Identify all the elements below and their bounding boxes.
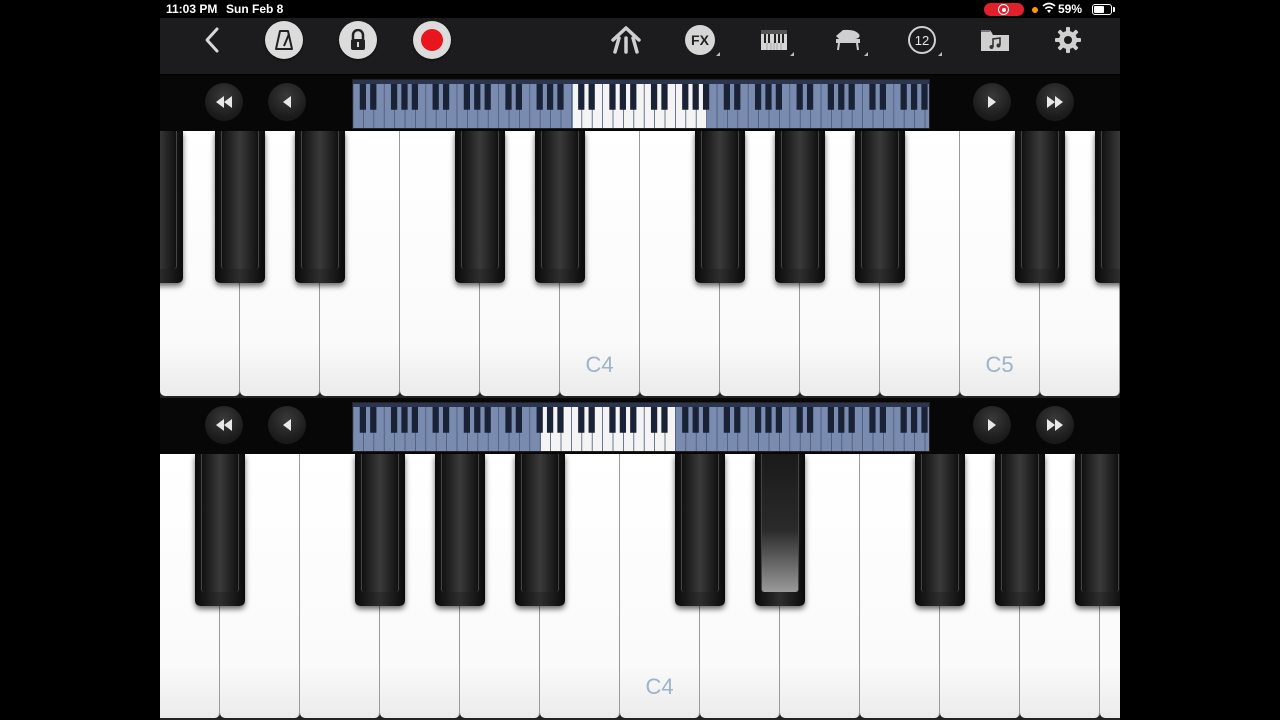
note-label: C4	[645, 674, 674, 699]
scroll-fast-left-button[interactable]	[205, 83, 243, 121]
black-key[interactable]	[755, 454, 805, 606]
chord-button[interactable]	[606, 20, 646, 60]
scroll-fast-right-button[interactable]	[1036, 83, 1074, 121]
screen-recording-icon	[984, 3, 1024, 16]
black-key[interactable]	[535, 131, 585, 283]
black-key[interactable]	[295, 131, 345, 283]
black-key[interactable]	[695, 131, 745, 283]
chord-icon	[611, 26, 641, 54]
caret-right-icon	[988, 419, 996, 431]
app-screen: 11:03 PM Sun Feb 8 59% FX 12 C4 C5 C4	[160, 0, 1120, 720]
piano-keyboard-1: C4 C5	[160, 131, 1120, 398]
black-key[interactable]	[1095, 131, 1120, 283]
record-icon	[421, 29, 443, 51]
lock-button[interactable]	[338, 20, 378, 60]
chevron-left-icon	[205, 27, 219, 53]
keyboard-layout-button[interactable]	[754, 20, 794, 60]
status-date: Sun Feb 8	[226, 2, 284, 16]
black-key[interactable]	[1015, 131, 1065, 283]
battery-percent: 59%	[1058, 2, 1083, 16]
black-key[interactable]	[915, 454, 965, 606]
song-library-button[interactable]	[975, 20, 1015, 60]
mini-keyboard-icon	[353, 403, 929, 451]
black-key[interactable]	[435, 454, 485, 606]
piano-keyboard-2: C4	[160, 454, 1120, 720]
caret-left-icon	[283, 96, 291, 108]
back-button[interactable]	[192, 20, 232, 60]
wifi-icon	[1042, 2, 1056, 17]
caret-left-icon	[283, 419, 291, 431]
mic-indicator-icon	[1032, 7, 1038, 13]
transpose-button[interactable]: 12	[902, 20, 942, 60]
rewind-icon	[216, 96, 232, 108]
black-key[interactable]	[195, 454, 245, 606]
lock-icon	[351, 29, 365, 50]
fx-icon: FX	[685, 25, 715, 55]
scroll-left-button[interactable]	[268, 406, 306, 444]
status-bar: 11:03 PM Sun Feb 8 59%	[160, 0, 1120, 18]
keyboard-nav-strip-1	[160, 75, 1120, 131]
toolbar: FX 12	[160, 18, 1120, 74]
record-button[interactable]	[412, 20, 452, 60]
mini-keyboard-icon	[353, 80, 929, 128]
black-key[interactable]	[775, 131, 825, 283]
fast-forward-icon	[1047, 419, 1063, 431]
black-key[interactable]	[160, 131, 183, 283]
metronome-button[interactable]	[264, 20, 304, 60]
instrument-button[interactable]	[828, 20, 868, 60]
black-key[interactable]	[515, 454, 565, 606]
black-key[interactable]	[675, 454, 725, 606]
status-time: 11:03 PM	[166, 2, 218, 16]
scroll-fast-left-button[interactable]	[205, 406, 243, 444]
note-label: C4	[585, 352, 614, 377]
grand-piano-icon	[836, 29, 860, 51]
scroll-right-button[interactable]	[973, 406, 1011, 444]
fast-forward-icon	[1047, 96, 1063, 108]
black-key[interactable]	[855, 131, 905, 283]
black-key[interactable]	[455, 131, 505, 283]
black-key[interactable]	[355, 454, 405, 606]
keyboard-nav-strip-2	[160, 398, 1120, 454]
black-key[interactable]	[1075, 454, 1120, 606]
keyboard-range-selector-1[interactable]	[352, 79, 930, 129]
black-key[interactable]	[995, 454, 1045, 606]
number-badge-icon: 12	[908, 26, 936, 54]
note-label: C5	[985, 352, 1014, 377]
caret-right-icon	[988, 96, 996, 108]
folder-music-icon	[981, 30, 1009, 51]
keyboard-icon	[761, 30, 787, 50]
rewind-icon	[216, 419, 232, 431]
scroll-fast-right-button[interactable]	[1036, 406, 1074, 444]
settings-button[interactable]	[1048, 20, 1088, 60]
scroll-right-button[interactable]	[973, 83, 1011, 121]
fx-button[interactable]: FX	[680, 20, 720, 60]
black-key[interactable]	[215, 131, 265, 283]
battery-icon	[1092, 4, 1115, 15]
metronome-icon	[275, 30, 293, 50]
scroll-left-button[interactable]	[268, 83, 306, 121]
keyboard-range-selector-2[interactable]	[352, 402, 930, 452]
gear-icon	[1055, 27, 1081, 53]
